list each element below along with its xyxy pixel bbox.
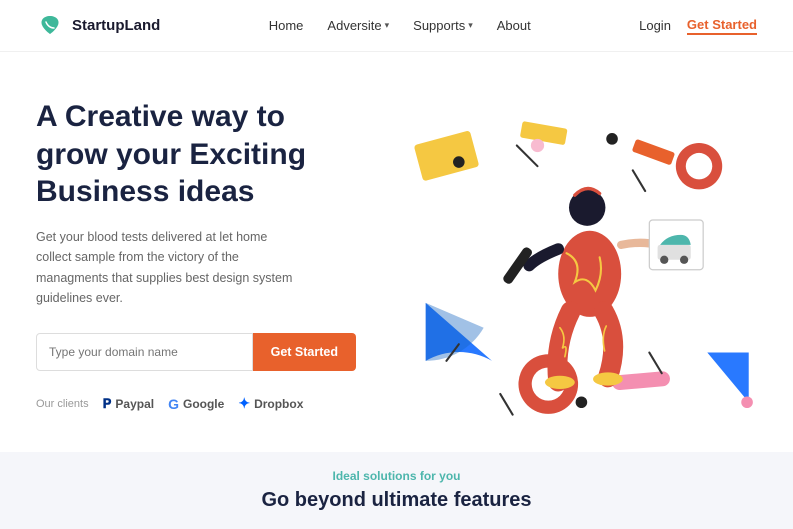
paypal-logo: 𝐏 Paypal xyxy=(103,396,155,412)
nav-about[interactable]: About xyxy=(497,18,531,33)
paypal-icon: 𝐏 xyxy=(103,396,112,412)
dropbox-logo: ✦ Dropbox xyxy=(238,395,303,412)
nav-home[interactable]: Home xyxy=(269,18,304,33)
clients-label: Our clients xyxy=(36,398,89,410)
hero-subtitle: Get your blood tests delivered at let ho… xyxy=(36,227,296,310)
supports-dropdown-arrow: ▾ xyxy=(468,20,473,31)
navbar: StartupLand Home Adversite ▾ Supports ▾ … xyxy=(0,0,793,52)
hero-left: A Creative way to grow your Exciting Bus… xyxy=(36,88,356,412)
bottom-tagline: Ideal solutions for you xyxy=(332,469,460,483)
get-started-nav-button[interactable]: Get Started xyxy=(687,17,757,35)
dropbox-icon: ✦ xyxy=(238,395,250,412)
bottom-heading: Go beyond ultimate features xyxy=(261,489,531,512)
nav-adversite[interactable]: Adversite ▾ xyxy=(327,18,389,33)
hero-illustration xyxy=(376,88,757,452)
hero-svg xyxy=(376,88,757,452)
login-button[interactable]: Login xyxy=(639,18,671,33)
logo-icon xyxy=(36,12,64,40)
logo-text: StartupLand xyxy=(72,17,160,34)
hero-title: A Creative way to grow your Exciting Bus… xyxy=(36,98,356,211)
logo[interactable]: StartupLand xyxy=(36,12,160,40)
nav-supports[interactable]: Supports ▾ xyxy=(413,18,473,33)
hero-input-row: Get Started xyxy=(36,333,356,371)
get-started-hero-button[interactable]: Get Started xyxy=(253,333,356,371)
google-logo: G Google xyxy=(168,396,224,412)
hero-section: A Creative way to grow your Exciting Bus… xyxy=(0,52,793,452)
nav-links: Home Adversite ▾ Supports ▾ About xyxy=(269,18,531,33)
nav-actions: Login Get Started xyxy=(639,17,757,35)
google-icon: G xyxy=(168,396,179,412)
adversite-dropdown-arrow: ▾ xyxy=(385,20,390,31)
domain-input[interactable] xyxy=(36,333,253,371)
bottom-section: Ideal solutions for you Go beyond ultima… xyxy=(0,452,793,529)
clients-row: Our clients 𝐏 Paypal G Google ✦ Dropbox xyxy=(36,395,356,412)
